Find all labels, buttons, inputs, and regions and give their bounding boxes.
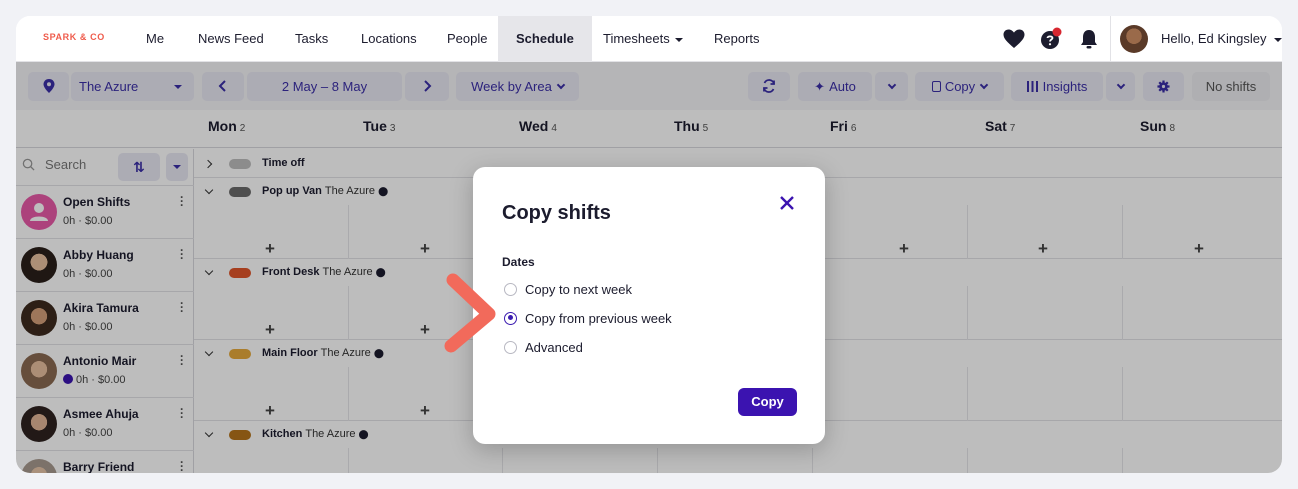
top-nav: SPARK & CO Me News Feed Tasks Locations … [16,16,1282,62]
chevron-down-icon [674,37,683,42]
option-copy-to-next-week[interactable]: Copy to next week [504,280,632,298]
greeting-text: Hello, Ed Kingsley [1161,31,1267,46]
copy-submit-button[interactable]: Copy [738,388,797,416]
nav-tasks[interactable]: Tasks [281,16,342,62]
nav-reports[interactable]: Reports [700,16,774,62]
radio-button[interactable] [504,340,517,354]
dates-label: Dates [502,255,535,269]
option-label: Copy to next week [525,281,632,297]
radio-button[interactable] [504,282,517,296]
copy-shifts-dialog: Copy shifts Dates Copy to next week Copy… [473,167,825,444]
radio-button-selected[interactable] [504,311,517,325]
nav-timesheets[interactable]: Timesheets [589,16,697,62]
help-icon[interactable] [1039,27,1063,51]
nav-me[interactable]: Me [132,16,178,62]
close-icon[interactable] [778,194,796,212]
option-label: Advanced [525,339,583,355]
user-menu[interactable]: Hello, Ed Kingsley [1161,16,1282,62]
nav-people[interactable]: People [433,16,501,62]
annotation-arrow-icon [444,273,496,353]
brand-logo[interactable]: SPARK & CO [43,32,105,42]
chevron-down-icon [1273,37,1282,42]
nav-divider [1110,16,1111,62]
nav-timesheets-label: Timesheets [603,31,670,46]
option-copy-from-previous-week[interactable]: Copy from previous week [504,309,672,327]
option-label: Copy from previous week [525,310,672,326]
user-avatar[interactable] [1120,25,1148,53]
heart-icon[interactable] [1002,27,1026,51]
nav-news-feed[interactable]: News Feed [184,16,278,62]
bell-icon[interactable] [1077,27,1101,51]
nav-locations[interactable]: Locations [347,16,431,62]
dialog-title: Copy shifts [502,202,611,224]
option-advanced[interactable]: Advanced [504,338,583,356]
nav-schedule[interactable]: Schedule [498,16,592,62]
